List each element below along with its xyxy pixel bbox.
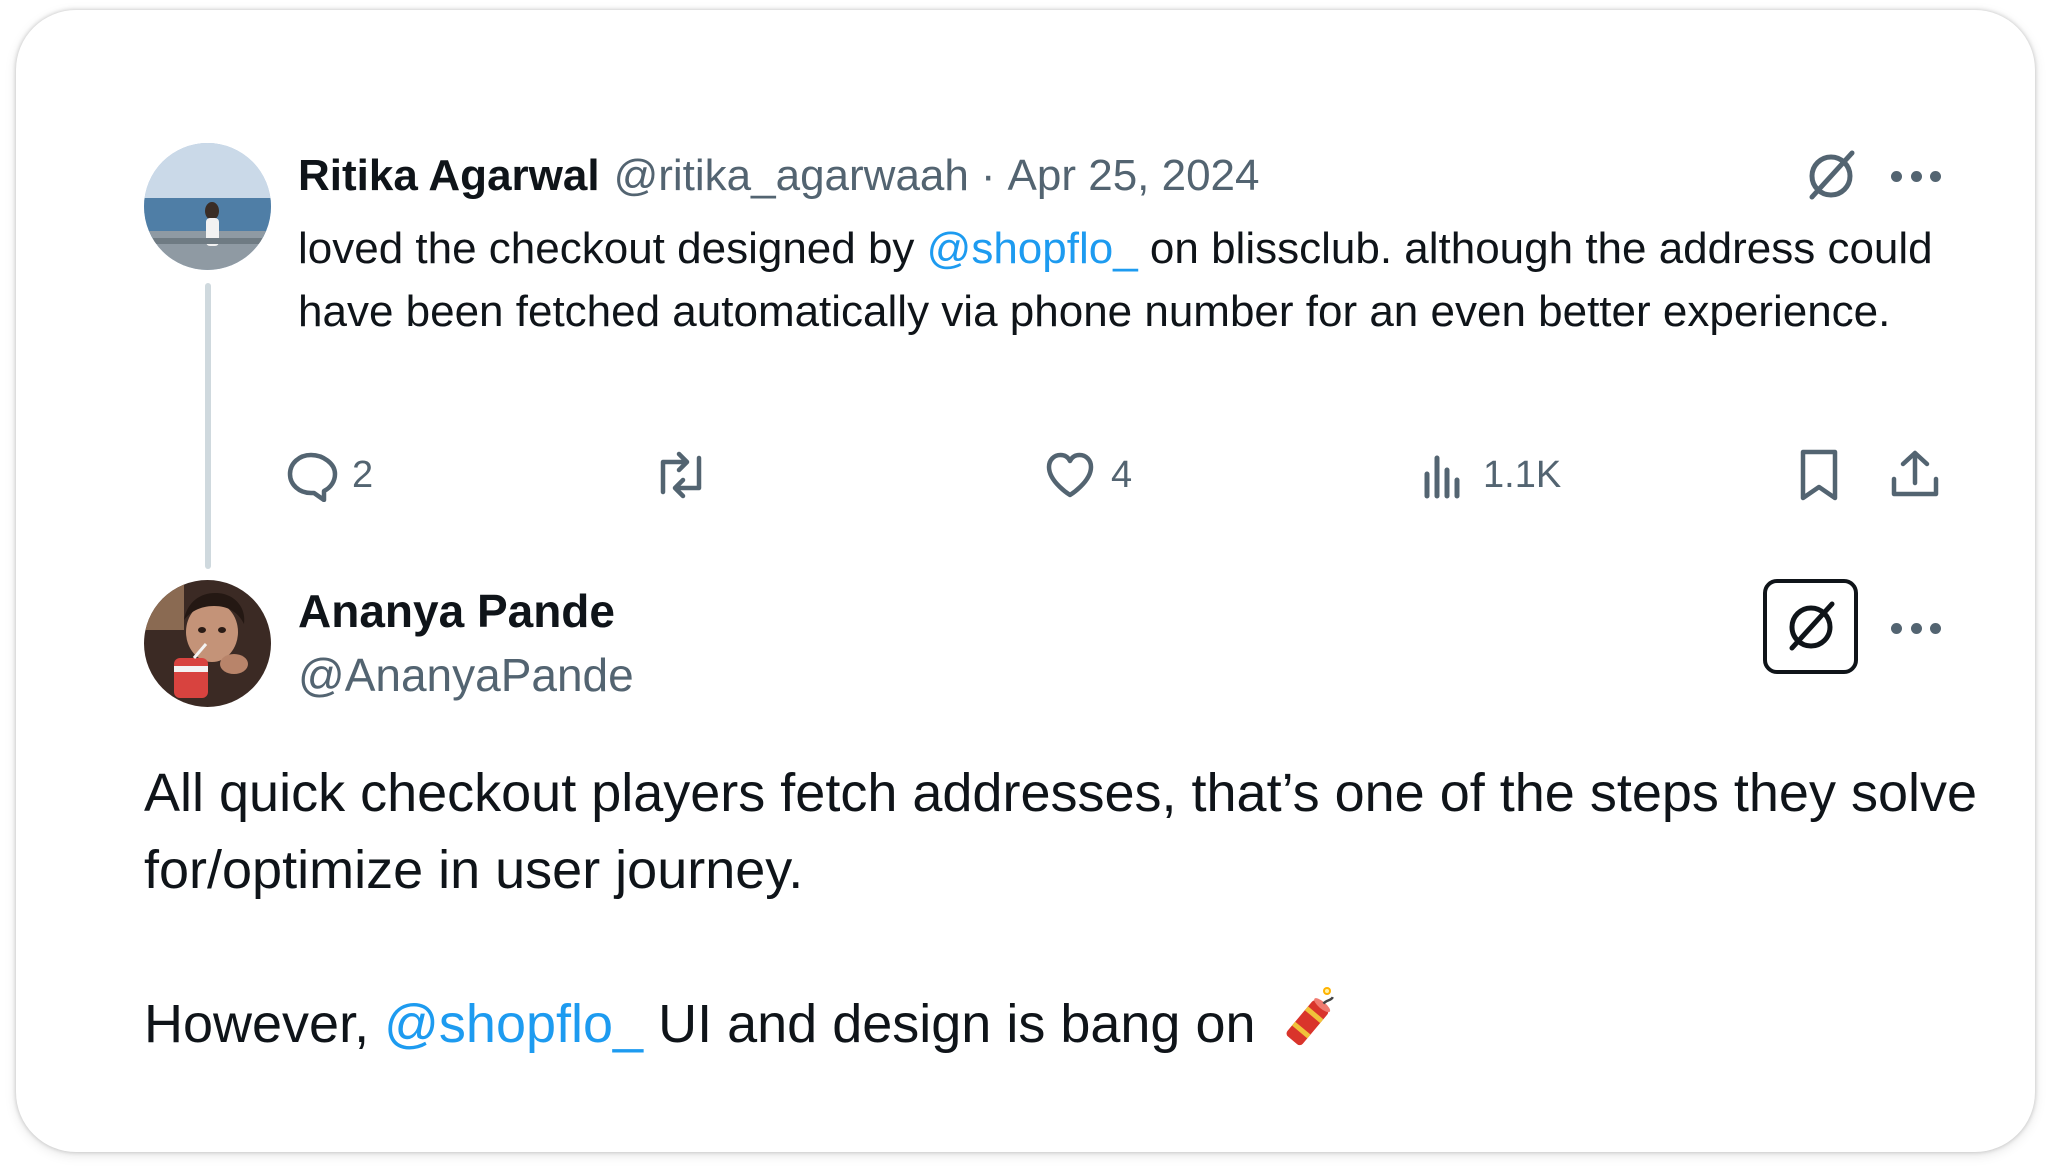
grok-icon-button[interactable] <box>1763 579 1858 674</box>
tweet1-text: loved the checkout designed by @shopflo_… <box>298 217 1938 343</box>
views-icon <box>1421 448 1469 502</box>
retweet-icon <box>651 448 711 502</box>
tweet1-text-part: loved the checkout designed by <box>298 224 927 273</box>
tweet1-date[interactable]: Apr 25, 2024 <box>1008 151 1260 201</box>
tweet1-separator: · <box>980 151 996 200</box>
views-count: 1.1K <box>1483 453 1562 496</box>
tweet2-author-name[interactable]: Ananya Pande <box>298 584 615 638</box>
reply-button[interactable]: 2 <box>284 447 373 503</box>
avatar-ritika[interactable] <box>144 143 271 270</box>
tweet2-paragraph-2: However, @shopflo_ UI and design is bang… <box>144 986 1984 1073</box>
heart-icon <box>1043 448 1097 502</box>
more-icon[interactable] <box>1891 169 1941 183</box>
tweet2-paragraph-1: All quick checkout players fetch address… <box>144 763 1978 900</box>
more-icon[interactable] <box>1891 621 1941 635</box>
paragraph-spacer <box>144 909 1984 986</box>
like-button[interactable]: 4 <box>1043 447 1132 503</box>
tweet2-text-part: UI and design is bang on <box>643 994 1256 1054</box>
tweet2-handle[interactable]: @AnanyaPande <box>298 648 634 702</box>
reply-count: 2 <box>352 453 374 496</box>
avatar-ananya[interactable] <box>144 580 271 707</box>
tweet1-mention-link[interactable]: @shopflo_ <box>927 224 1138 273</box>
firecracker-emoji-icon <box>1277 986 1339 1073</box>
tweet1-author-name[interactable]: Ritika Agarwal <box>298 151 600 201</box>
grok-icon <box>1789 601 1834 650</box>
views-button[interactable]: 1.1K <box>1421 447 1561 503</box>
tweet1-handle[interactable]: @ritika_agarwaah <box>614 151 969 201</box>
share-button[interactable] <box>1887 447 1943 503</box>
tweet2-text-part: However, <box>144 994 385 1054</box>
retweet-button[interactable] <box>651 447 711 503</box>
bookmark-button[interactable] <box>1794 447 1844 503</box>
bookmark-icon <box>1794 447 1844 503</box>
reply-icon <box>284 448 338 502</box>
tweet2-mention-link[interactable]: @shopflo_ <box>384 994 643 1054</box>
grok-icon[interactable] <box>1800 145 1862 207</box>
share-icon <box>1887 447 1943 503</box>
tweet2-text: All quick checkout players fetch address… <box>144 755 1984 1073</box>
thread-connector-line <box>205 283 211 569</box>
tweet1-header: Ritika Agarwal @ritika_agarwaah · Apr 25… <box>298 148 1260 204</box>
like-count: 4 <box>1111 453 1133 496</box>
tweet-thread-card: Ritika Agarwal @ritika_agarwaah · Apr 25… <box>16 10 2035 1152</box>
